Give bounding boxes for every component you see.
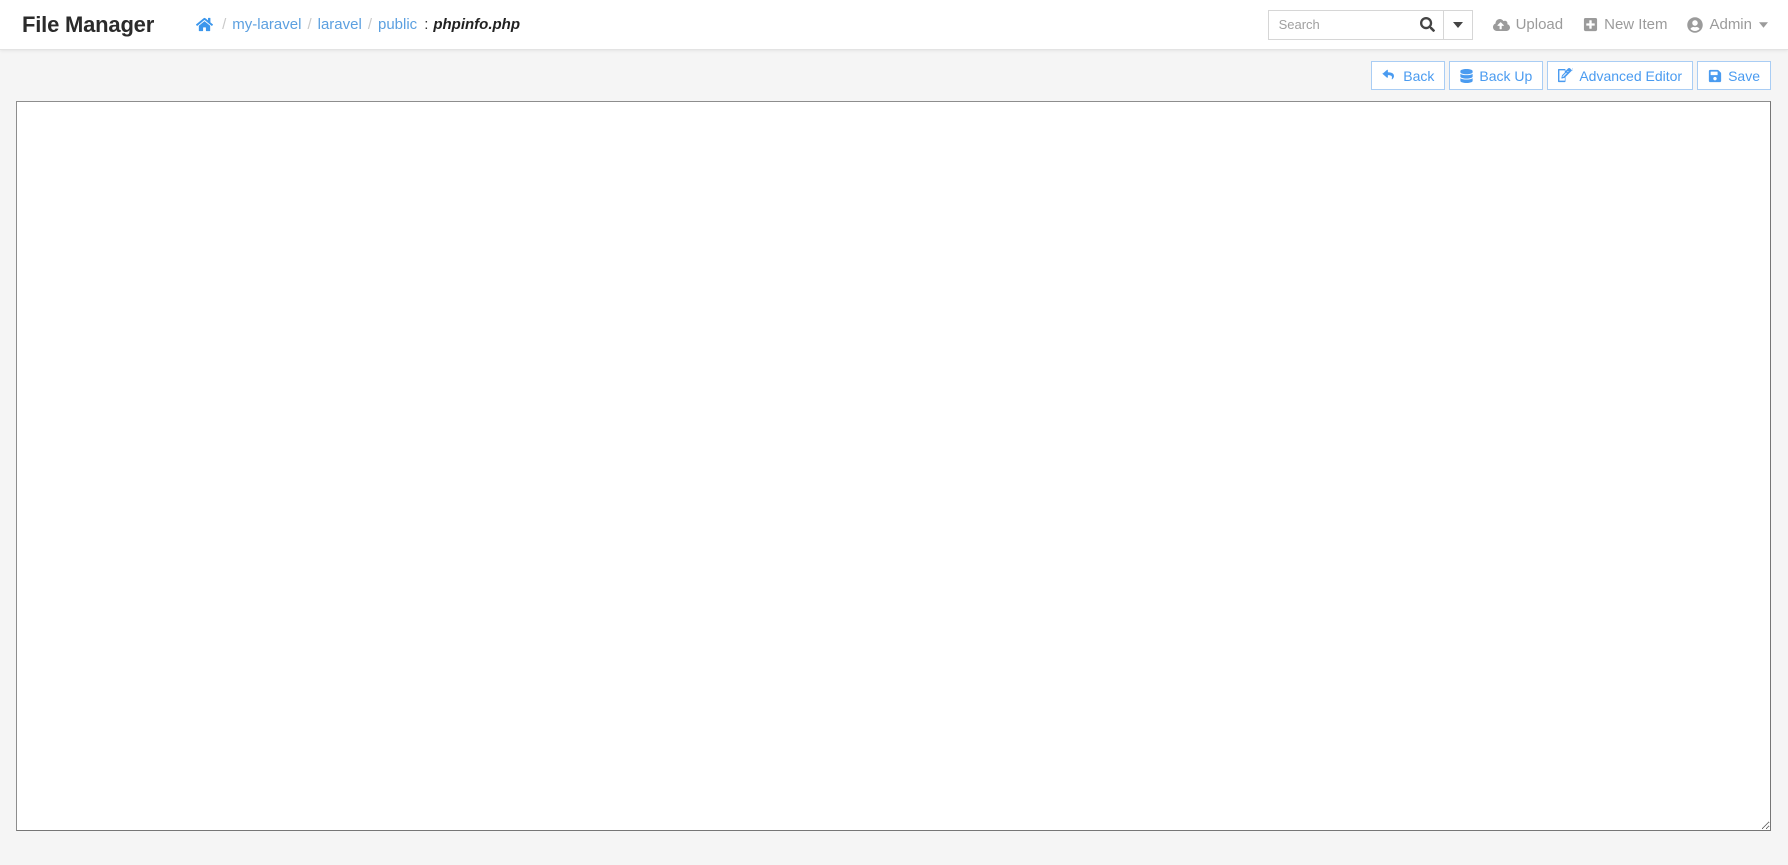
breadcrumb-item-my-laravel[interactable]: my-laravel xyxy=(232,17,301,32)
file-content-textarea[interactable] xyxy=(16,101,1771,831)
editor-toolbar: Back Back Up Advanced Editor Save xyxy=(0,50,1788,101)
new-item-button[interactable]: New Item xyxy=(1583,16,1667,33)
app-title: File Manager xyxy=(22,11,155,37)
advanced-editor-button[interactable]: Advanced Editor xyxy=(1547,61,1694,90)
breadcrumb-separator: / xyxy=(367,16,372,33)
floppy-save-icon xyxy=(1708,69,1722,83)
search-box[interactable] xyxy=(1267,9,1443,40)
breadcrumb-current-file: phpinfo.php xyxy=(433,16,520,33)
advanced-editor-button-label: Advanced Editor xyxy=(1579,67,1683,84)
caret-down-icon xyxy=(1759,21,1768,28)
save-button-label: Save xyxy=(1728,67,1760,84)
home-icon[interactable] xyxy=(196,16,214,33)
search-options-dropdown-button[interactable] xyxy=(1442,9,1473,40)
breadcrumb-separator: / xyxy=(222,16,227,33)
breadcrumb-item-public[interactable]: public xyxy=(378,17,417,32)
save-button[interactable]: Save xyxy=(1697,61,1771,90)
plus-square-icon xyxy=(1583,17,1598,32)
search-group xyxy=(1267,9,1473,40)
user-circle-icon xyxy=(1687,16,1704,33)
search-input[interactable] xyxy=(1278,17,1416,32)
back-up-button[interactable]: Back Up xyxy=(1449,61,1544,90)
new-item-label: New Item xyxy=(1604,16,1668,33)
cloud-upload-icon xyxy=(1492,18,1510,32)
navbar-right-controls: Upload New Item Admin xyxy=(1267,9,1768,40)
admin-label: Admin xyxy=(1709,16,1752,33)
editor-container xyxy=(16,101,1771,831)
caret-down-icon xyxy=(1452,21,1463,28)
database-icon xyxy=(1460,68,1474,83)
admin-menu-button[interactable]: Admin xyxy=(1687,16,1768,33)
back-button-label: Back xyxy=(1403,67,1435,84)
breadcrumb-colon: : xyxy=(424,16,429,33)
breadcrumb: / my-laravel / laravel / public : phpinf… xyxy=(196,16,520,33)
breadcrumb-separator: / xyxy=(307,16,312,33)
search-icon[interactable] xyxy=(1419,17,1435,32)
breadcrumb-item-laravel[interactable]: laravel xyxy=(318,17,362,32)
upload-label: Upload xyxy=(1515,16,1564,33)
toolbar-button-group: Back Back Up Advanced Editor Save xyxy=(1367,61,1771,90)
top-navbar: File Manager / my-laravel / laravel / pu… xyxy=(0,0,1788,50)
back-button[interactable]: Back xyxy=(1371,61,1446,90)
pencil-square-icon xyxy=(1558,68,1574,83)
reply-arrow-icon xyxy=(1382,69,1397,82)
back-up-button-label: Back Up xyxy=(1479,67,1533,84)
upload-button[interactable]: Upload xyxy=(1492,16,1564,33)
